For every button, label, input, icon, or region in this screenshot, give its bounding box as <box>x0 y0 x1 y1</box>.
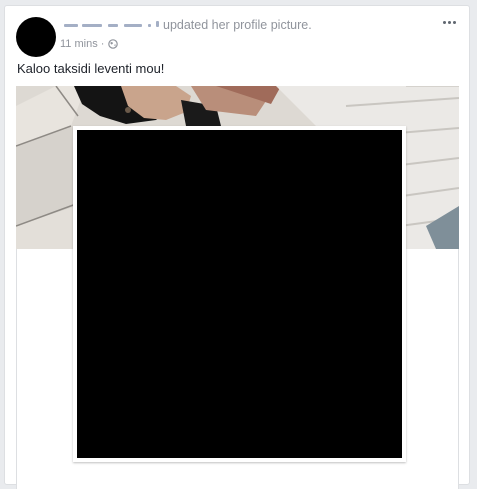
profile-picture-redacted <box>77 130 402 458</box>
globe-icon[interactable] <box>108 39 119 49</box>
post-meta: 11 mins · <box>60 38 119 50</box>
post-caption: Kaloo taksidi leventi mou! <box>17 61 165 76</box>
author-avatar[interactable] <box>16 17 56 57</box>
more-options-button[interactable] <box>439 15 459 29</box>
profile-picture[interactable] <box>73 126 406 462</box>
post-timestamp[interactable]: 11 mins <box>60 38 98 50</box>
author-name-redacted[interactable] <box>60 19 160 33</box>
ellipsis-icon <box>442 20 446 24</box>
meta-separator: · <box>100 38 105 50</box>
post-card: updated her profile picture. 11 mins · K… <box>4 5 470 489</box>
post-headline: updated her profile picture. <box>163 18 312 32</box>
